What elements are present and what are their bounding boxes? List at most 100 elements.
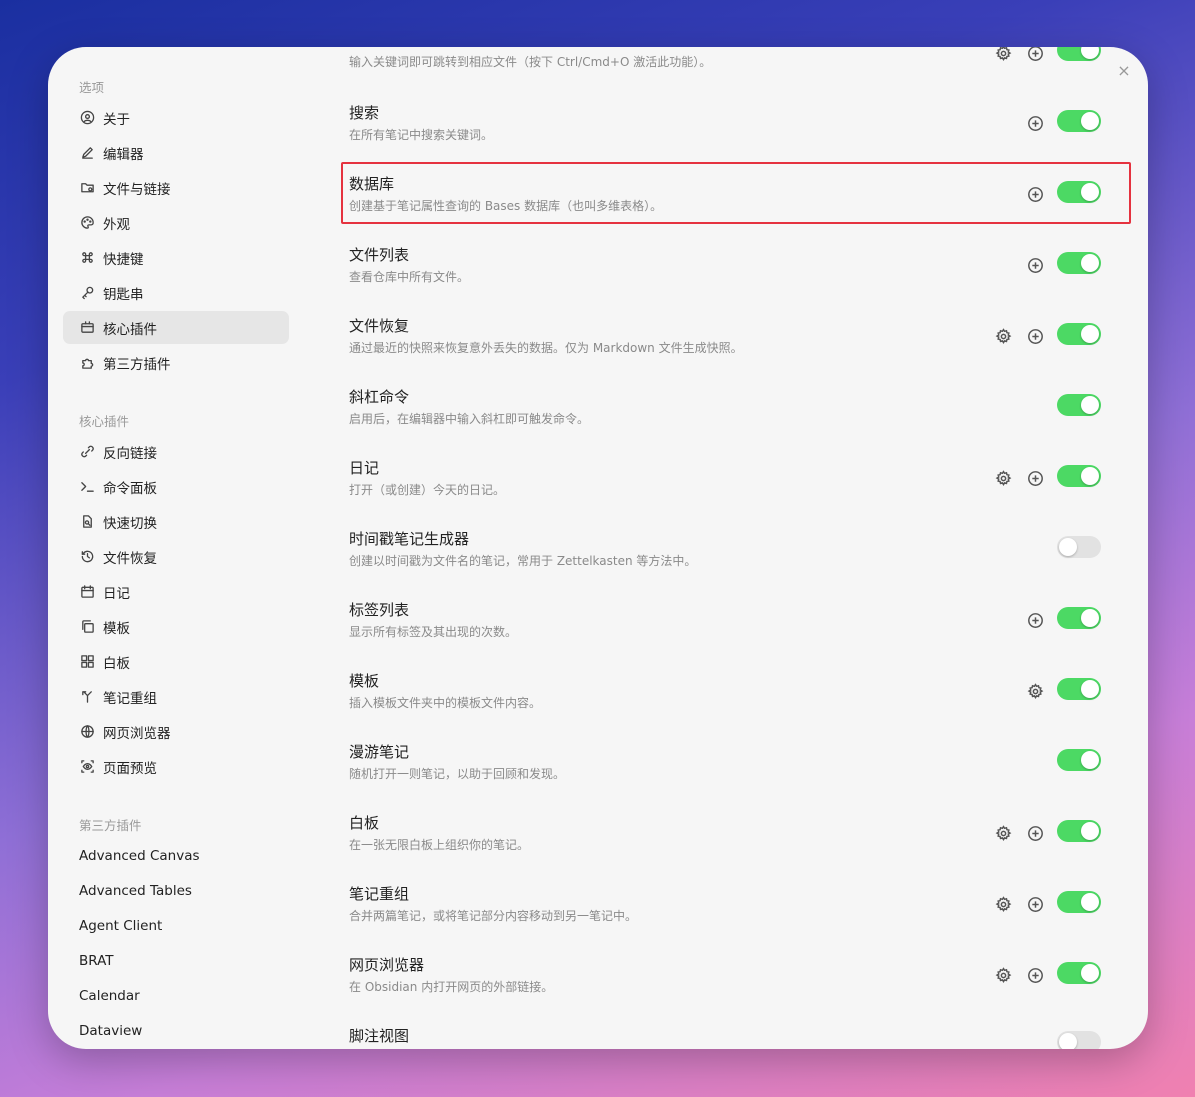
sidebar-core-item-9[interactable]: 页面预览 — [63, 750, 289, 783]
plugin-description: 打开（或创建）今天的日记。 — [349, 483, 506, 497]
plugin-enable-toggle[interactable] — [1057, 678, 1101, 700]
sidebar-option-item-label: 钥匙串 — [103, 286, 144, 303]
sidebar-third-party-item[interactable]: Agent Client — [79, 918, 162, 934]
plugin-title: 斜杠命令 — [349, 388, 410, 406]
plugin-enable-toggle[interactable] — [1057, 323, 1101, 345]
plugin-enable-toggle[interactable] — [1057, 394, 1101, 416]
grid-icon — [79, 654, 95, 670]
plugin-title: 文件恢复 — [349, 317, 410, 335]
add-hotkey-plus-icon[interactable] — [1027, 115, 1044, 132]
plugin-row: 标签列表 显示所有标签及其出现的次数。 — [349, 599, 1109, 649]
sidebar-core-item-6[interactable]: 白板 — [63, 645, 289, 678]
sidebar-core-item-2[interactable]: 快速切换 — [63, 505, 289, 538]
plugin-row: 日记打开（或创建）今天的日记。 — [349, 457, 1109, 507]
gear-icon[interactable] — [1027, 683, 1044, 700]
sidebar-third-party-item[interactable]: Dataview — [79, 1023, 142, 1039]
toggle-knob — [1081, 47, 1099, 59]
add-hotkey-plus-icon[interactable] — [1027, 47, 1044, 62]
backlink-icon — [79, 444, 95, 460]
add-hotkey-plus-icon[interactable] — [1027, 612, 1044, 629]
settings-window: 选项 关于 编辑器 文件与链接 外观 快捷键 钥匙串 核心插件 第三方插件 核心插件 反向链接… — [48, 47, 1148, 1049]
third-party-section-title: 第三方插件 — [79, 818, 142, 833]
plugin-row: 文件列表 查看仓库中所有文件。 — [349, 244, 1109, 294]
gear-icon[interactable] — [995, 470, 1012, 487]
plugin-description: 创建以时间戳为文件名的笔记，常用于 Zettelkasten 等方法中。 — [349, 554, 697, 568]
plugin-enable-toggle[interactable] — [1057, 749, 1101, 771]
sidebar-core-item-4[interactable]: 日记 — [63, 575, 289, 608]
plugin-description: 通过最近的快照来恢复意外丢失的数据。仅为 Markdown 文件生成快照。 — [349, 341, 743, 355]
sidebar-option-item-label: 外观 — [103, 216, 130, 233]
close-icon[interactable]: × — [1116, 63, 1132, 79]
options-section-title: 选项 — [79, 80, 105, 95]
plugin-enable-toggle[interactable] — [1057, 536, 1101, 558]
sidebar-option-item-3[interactable]: 外观 — [63, 206, 289, 239]
toggle-knob — [1081, 396, 1099, 414]
sidebar-option-item-2[interactable]: 文件与链接 — [63, 171, 289, 204]
plugin-row: 漫游笔记 随机打开一则笔记，以助于回顾和发现。 — [349, 741, 1109, 791]
plugin-enable-toggle[interactable] — [1057, 252, 1101, 274]
sidebar-core-item-5[interactable]: 模板 — [63, 610, 289, 643]
sidebar-option-item-label: 核心插件 — [103, 321, 157, 338]
sidebar-third-party-item[interactable]: Advanced Canvas — [79, 848, 200, 864]
sidebar-third-party-item[interactable]: BRAT — [79, 953, 114, 969]
plugin-row: 脚注视图 — [349, 1025, 1109, 1049]
plugin-enable-toggle[interactable] — [1057, 465, 1101, 487]
sidebar-core-item-label: 日记 — [103, 585, 130, 602]
gear-icon[interactable] — [995, 896, 1012, 913]
sidebar-core-item-3[interactable]: 文件恢复 — [63, 540, 289, 573]
sidebar-core-item-1[interactable]: 命令面板 — [63, 470, 289, 503]
toggle-knob — [1081, 822, 1099, 840]
add-hotkey-plus-icon[interactable] — [1027, 257, 1044, 274]
plugin-description: 合并两篇笔记，或将笔记部分内容移动到另一笔记中。 — [349, 909, 638, 923]
plugin-row: 网页浏览器在 Obsidian 内打开网页的外部链接。 — [349, 954, 1109, 1004]
gear-icon[interactable] — [995, 328, 1012, 345]
sidebar-option-item-7[interactable]: 第三方插件 — [63, 346, 289, 379]
about-icon — [79, 110, 95, 126]
plugin-title: 时间戳笔记生成器 — [349, 530, 470, 548]
sidebar-option-item-5[interactable]: 钥匙串 — [63, 276, 289, 309]
plugin-enable-toggle[interactable] — [1057, 891, 1101, 913]
plugin-enable-toggle[interactable] — [1057, 110, 1101, 132]
sidebar-third-party-item[interactable]: Advanced Tables — [79, 883, 192, 899]
add-hotkey-plus-icon[interactable] — [1027, 825, 1044, 842]
globe-icon — [79, 724, 95, 740]
sidebar-core-item-7[interactable]: 笔记重组 — [63, 680, 289, 713]
plugin-description: 插入模板文件夹中的模板文件内容。 — [349, 696, 542, 710]
file-search-icon — [79, 514, 95, 530]
folder-link-icon — [79, 180, 95, 196]
toggle-knob — [1081, 254, 1099, 272]
plugin-row: 搜索 在所有笔记中搜索关键词。 — [349, 102, 1109, 152]
plugin-description: 输入关键词即可跳转到相应文件（按下 Ctrl/Cmd+O 激活此功能）。 — [349, 55, 712, 69]
sidebar-option-item-label: 文件与链接 — [103, 181, 171, 198]
sidebar-option-item-1[interactable]: 编辑器 — [63, 136, 289, 169]
sidebar-option-item-label: 编辑器 — [103, 146, 144, 163]
plugin-enable-toggle[interactable] — [1057, 962, 1101, 984]
sidebar-core-item-8[interactable]: 网页浏览器 — [63, 715, 289, 748]
gear-icon[interactable] — [995, 825, 1012, 842]
sidebar-core-item-0[interactable]: 反向链接 — [63, 435, 289, 468]
sidebar-option-item-6[interactable]: 核心插件 — [63, 311, 289, 344]
plugin-description: 随机打开一则笔记，以助于回顾和发现。 — [349, 767, 566, 781]
sidebar-core-item-label: 反向链接 — [103, 445, 157, 462]
sidebar-core-item-label: 模板 — [103, 620, 130, 637]
add-hotkey-plus-icon[interactable] — [1027, 470, 1044, 487]
add-hotkey-plus-icon[interactable] — [1027, 328, 1044, 345]
plugin-enable-toggle[interactable] — [1057, 47, 1101, 61]
plugin-title: 日记 — [349, 459, 380, 477]
add-hotkey-plus-icon[interactable] — [1027, 896, 1044, 913]
gear-icon[interactable] — [995, 47, 1012, 62]
sidebar-option-item-4[interactable]: 快捷键 — [63, 241, 289, 274]
terminal-icon — [79, 479, 95, 495]
sidebar-option-item-0[interactable]: 关于 — [63, 101, 289, 134]
sidebar-third-party-item[interactable]: Calendar — [79, 988, 140, 1004]
toggle-knob — [1081, 751, 1099, 769]
plugin-enable-toggle[interactable] — [1057, 1031, 1101, 1049]
toggle-knob — [1081, 893, 1099, 911]
sidebar-core-item-label: 文件恢复 — [103, 550, 157, 567]
core-section-title: 核心插件 — [79, 414, 130, 429]
gear-icon[interactable] — [995, 967, 1012, 984]
plugin-enable-toggle[interactable] — [1057, 607, 1101, 629]
plugin-enable-toggle[interactable] — [1057, 820, 1101, 842]
add-hotkey-plus-icon[interactable] — [1027, 967, 1044, 984]
toggle-knob — [1081, 964, 1099, 982]
